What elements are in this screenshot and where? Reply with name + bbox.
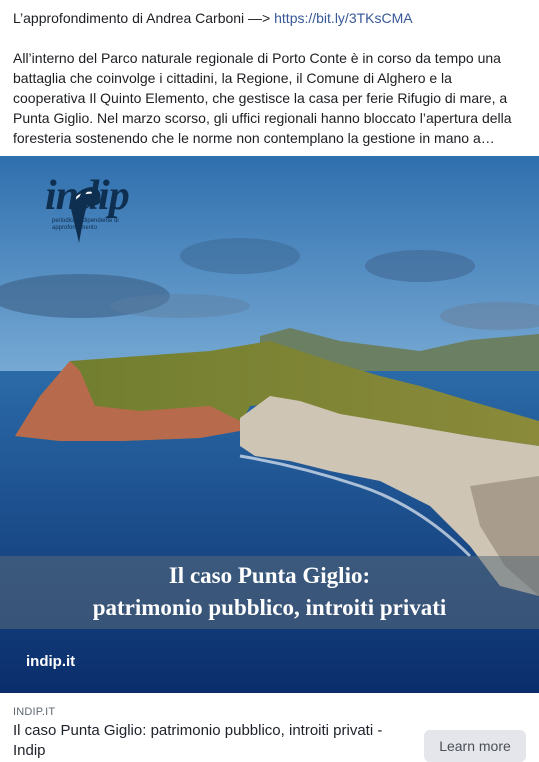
post-body: All’interno del Parco naturale regionale… xyxy=(13,50,512,146)
site-watermark: indip.it xyxy=(26,653,76,670)
post-intro-prefix: L’approfondimento di Andrea Carboni —> xyxy=(13,10,275,26)
logo-subtitle: periodico indipendente di approfondiment… xyxy=(52,218,119,231)
logo-word: indip xyxy=(45,173,130,219)
post-link[interactable]: https://bit.ly/3TKsCMA xyxy=(274,10,412,26)
post-text: L’approfondimento di Andrea Carboni —> h… xyxy=(13,8,527,148)
banner-title-line2: patrimonio pubblico, introiti privati xyxy=(92,595,447,620)
post-intro: L’approfondimento di Andrea Carboni —> h… xyxy=(13,8,527,28)
banner-title-line1: Il caso Punta Giglio: xyxy=(168,563,371,588)
link-title[interactable]: Il caso Punta Giglio: patrimonio pubblic… xyxy=(13,721,413,761)
learn-more-button[interactable]: Learn more xyxy=(424,730,526,762)
link-domain: INDIP.IT xyxy=(13,706,56,718)
